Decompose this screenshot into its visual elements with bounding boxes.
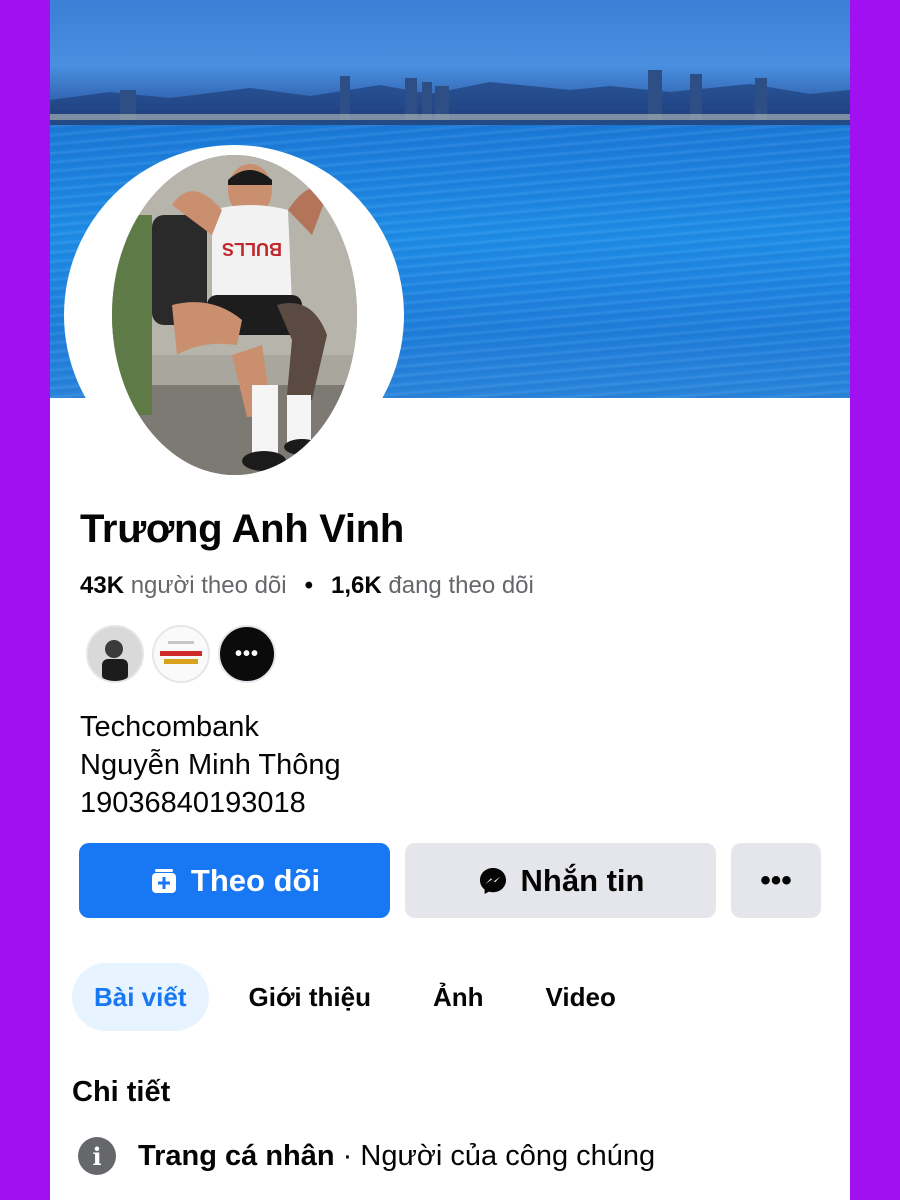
mutual-more-button[interactable]: •••	[218, 625, 276, 683]
tab-videos[interactable]: Video	[524, 963, 638, 1031]
detail-item: i Trang cá nhân · Người của công chúng	[78, 1137, 655, 1175]
tab-about[interactable]: Giới thiệu	[227, 963, 393, 1031]
avatar-photo: BULLS	[112, 155, 357, 475]
stats-separator: •	[304, 572, 314, 599]
message-label: Nhắn tin	[520, 862, 645, 898]
bio-line: Nguyễn Minh Thông	[80, 749, 341, 781]
mutual-avatar[interactable]	[86, 625, 144, 683]
more-dots: •••	[234, 642, 259, 665]
following-count: 1,6K	[331, 572, 382, 599]
followers-label: người theo dõi	[130, 572, 287, 599]
profile-tabs: Bài viết Giới thiệu Ảnh Video	[72, 963, 656, 1031]
following-link[interactable]: 1,6K đang theo dõi	[331, 572, 534, 600]
message-button[interactable]: Nhắn tin	[405, 843, 716, 918]
follow-plus-icon	[151, 868, 176, 893]
cover-skyline	[50, 70, 850, 130]
messenger-icon	[479, 867, 506, 894]
tab-posts[interactable]: Bài viết	[72, 963, 209, 1031]
detail-strong: Trang cá nhân	[138, 1139, 335, 1172]
profile-bio: Techcombank Nguyễn Minh Thông 1903684019…	[80, 708, 341, 822]
followers-count: 43K	[80, 572, 125, 599]
profile-name: Trương Anh Vinh	[80, 507, 404, 551]
tab-photos[interactable]: Ảnh	[411, 963, 506, 1031]
info-icon: i	[78, 1137, 116, 1175]
profile-screen: BULLS Trương Anh Vinh 43K người theo dõi…	[50, 0, 850, 1200]
followers-link[interactable]: 43K người theo dõi	[80, 572, 287, 600]
more-options-button[interactable]: •••	[731, 843, 821, 918]
svg-text:BULLS: BULLS	[222, 239, 282, 259]
details-title: Chi tiết	[72, 1076, 171, 1108]
detail-separator: ·	[342, 1139, 353, 1172]
follow-stats: 43K người theo dõi • 1,6K đang theo dõi	[80, 572, 534, 600]
more-options-icon: •••	[760, 863, 792, 897]
follow-label: Theo dõi	[190, 862, 321, 898]
bio-line: 19036840193018	[80, 787, 306, 819]
following-label: đang theo dõi	[388, 572, 534, 599]
follow-button[interactable]: Theo dõi	[79, 843, 390, 918]
detail-text: Người của công chúng	[360, 1139, 656, 1172]
mutual-photo	[88, 627, 142, 681]
mutual-avatar[interactable]	[152, 625, 210, 683]
bio-line: Techcombank	[80, 711, 259, 743]
mutual-followers[interactable]: •••	[86, 625, 276, 683]
mutual-logo-image	[154, 627, 208, 681]
profile-avatar[interactable]: BULLS	[112, 155, 357, 475]
